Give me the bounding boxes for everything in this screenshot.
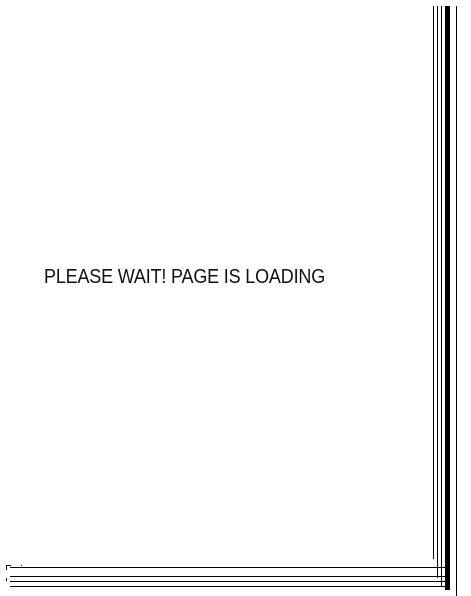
frame-corner-mark xyxy=(6,565,11,570)
frame-line-right-3 xyxy=(441,6,442,586)
frame-line-right-5 xyxy=(456,6,457,596)
frame-line-right-2 xyxy=(437,6,438,578)
frame-line-right-1 xyxy=(433,6,434,559)
frame-line-bottom-3 xyxy=(10,581,446,582)
frame-tick xyxy=(21,565,22,566)
frame-corner-mark-lower xyxy=(6,578,10,581)
frame-line-right-thick xyxy=(445,6,450,590)
frame-line-bottom-4 xyxy=(10,586,446,587)
frame-line-bottom-1 xyxy=(10,567,446,568)
loading-page: PLEASE WAIT! PAGE IS LOADING xyxy=(0,0,471,596)
loading-message: PLEASE WAIT! PAGE IS LOADING xyxy=(44,266,326,288)
frame-line-bottom-2 xyxy=(10,576,446,577)
